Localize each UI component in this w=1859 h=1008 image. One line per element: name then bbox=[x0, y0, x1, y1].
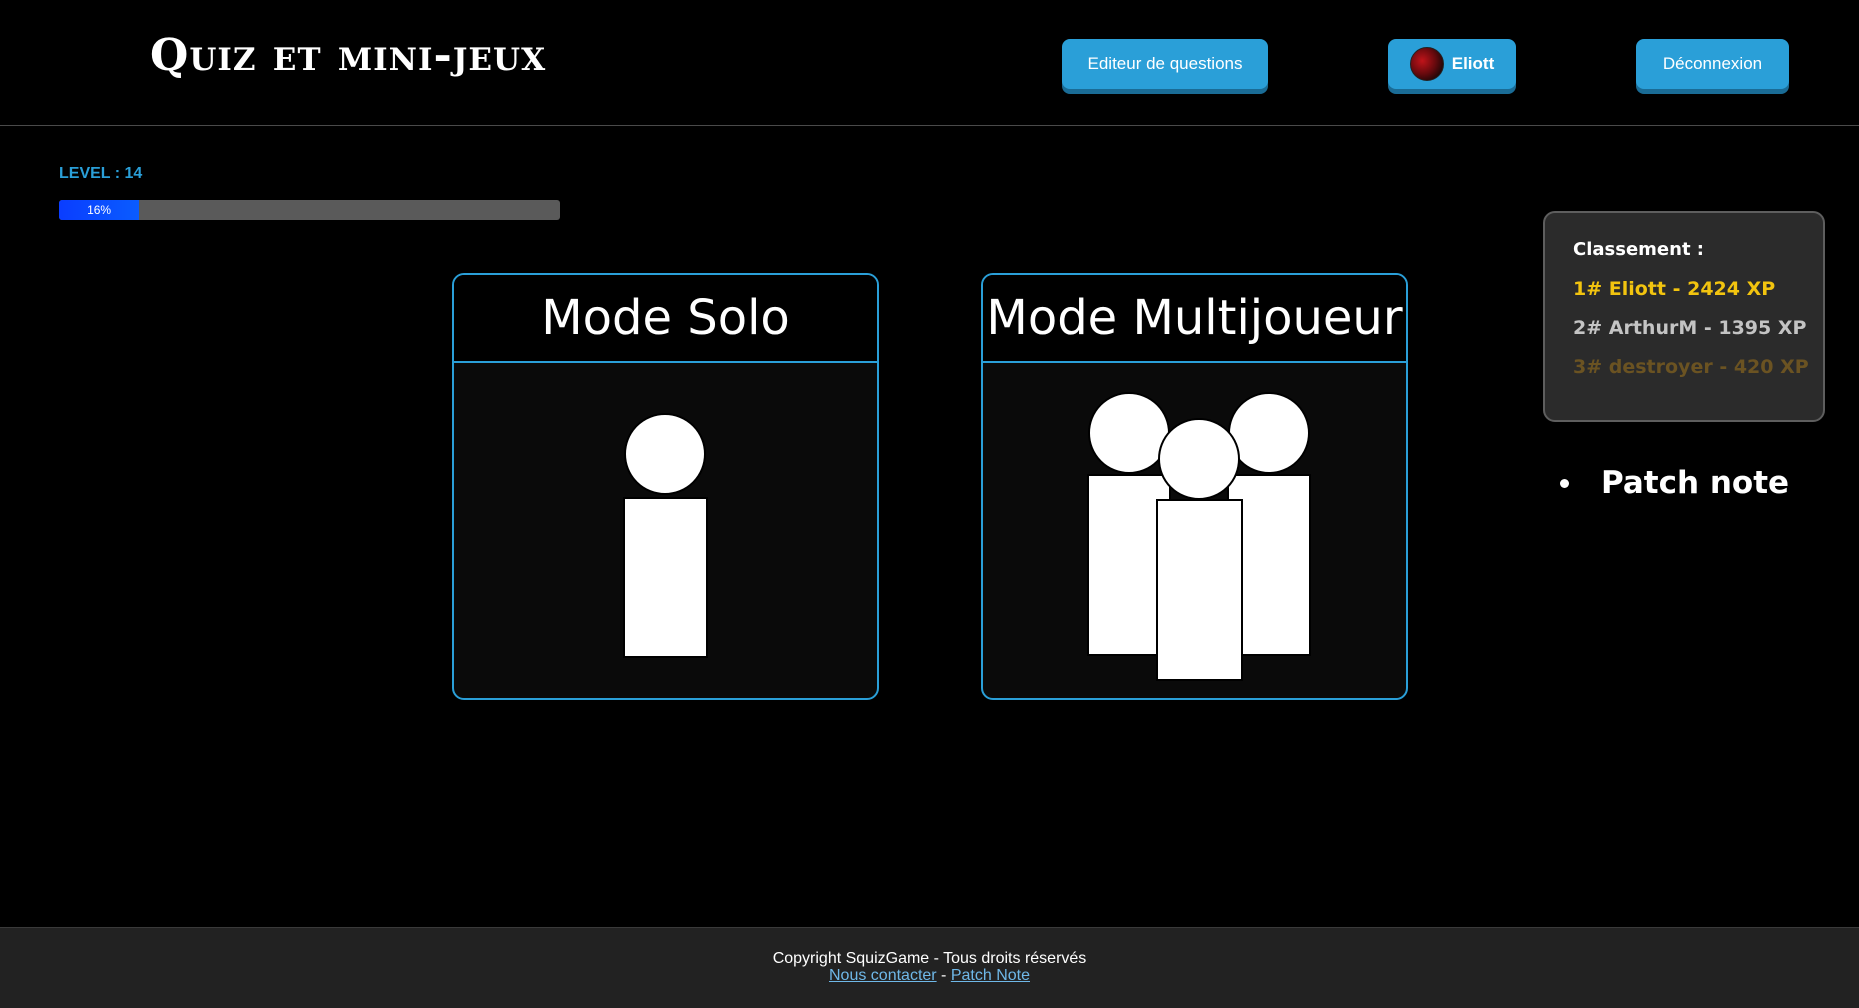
site-logo[interactable]: Quiz et mini-jeux bbox=[150, 30, 546, 81]
ranking-title: Classement : bbox=[1573, 239, 1705, 260]
solo-mode-body bbox=[454, 363, 877, 696]
footer-separator: - bbox=[936, 967, 951, 984]
logout-button[interactable]: Déconnexion bbox=[1636, 39, 1789, 89]
solo-mode-title: Mode Solo bbox=[454, 275, 877, 363]
contact-link[interactable]: Nous contacter bbox=[829, 967, 937, 984]
patch-note-footer-link[interactable]: Patch Note bbox=[951, 967, 1030, 984]
user-profile-button[interactable]: Eliott bbox=[1388, 39, 1516, 89]
xp-progress-fill: 16% bbox=[59, 200, 140, 220]
user-name-label: Eliott bbox=[1451, 54, 1495, 73]
multiplayer-mode-body bbox=[983, 363, 1406, 696]
xp-progress-bar: 16% bbox=[59, 200, 560, 220]
group-icon bbox=[1087, 392, 1311, 681]
bullet-icon bbox=[1560, 478, 1569, 488]
header: Quiz et mini-jeux Editeur de questions E… bbox=[0, 0, 1859, 126]
ranking-entry: 2# ArthurM - 1395 XP bbox=[1573, 317, 1807, 339]
solo-mode-card[interactable]: Mode Solo bbox=[452, 273, 879, 700]
patch-note-link[interactable]: Patch note bbox=[1560, 465, 1789, 501]
ranking-entry: 1# Eliott - 2424 XP bbox=[1573, 278, 1776, 300]
person-icon bbox=[623, 413, 708, 658]
level-label: LEVEL : 14 bbox=[59, 165, 143, 182]
multiplayer-mode-title: Mode Multijoueur bbox=[983, 275, 1406, 363]
ranking-entry: 3# destroyer - 420 XP bbox=[1573, 356, 1809, 378]
footer: Copyright SquizGame - Tous droits réserv… bbox=[0, 927, 1859, 1008]
multiplayer-mode-card[interactable]: Mode Multijoueur bbox=[981, 273, 1408, 700]
question-editor-button[interactable]: Editeur de questions bbox=[1062, 39, 1268, 89]
patch-note-label: Patch note bbox=[1601, 465, 1790, 501]
ranking-panel: Classement : 1# Eliott - 2424 XP 2# Arth… bbox=[1543, 211, 1825, 422]
copyright-text: Copyright SquizGame - Tous droits réserv… bbox=[772, 950, 1087, 967]
avatar bbox=[1409, 47, 1444, 81]
